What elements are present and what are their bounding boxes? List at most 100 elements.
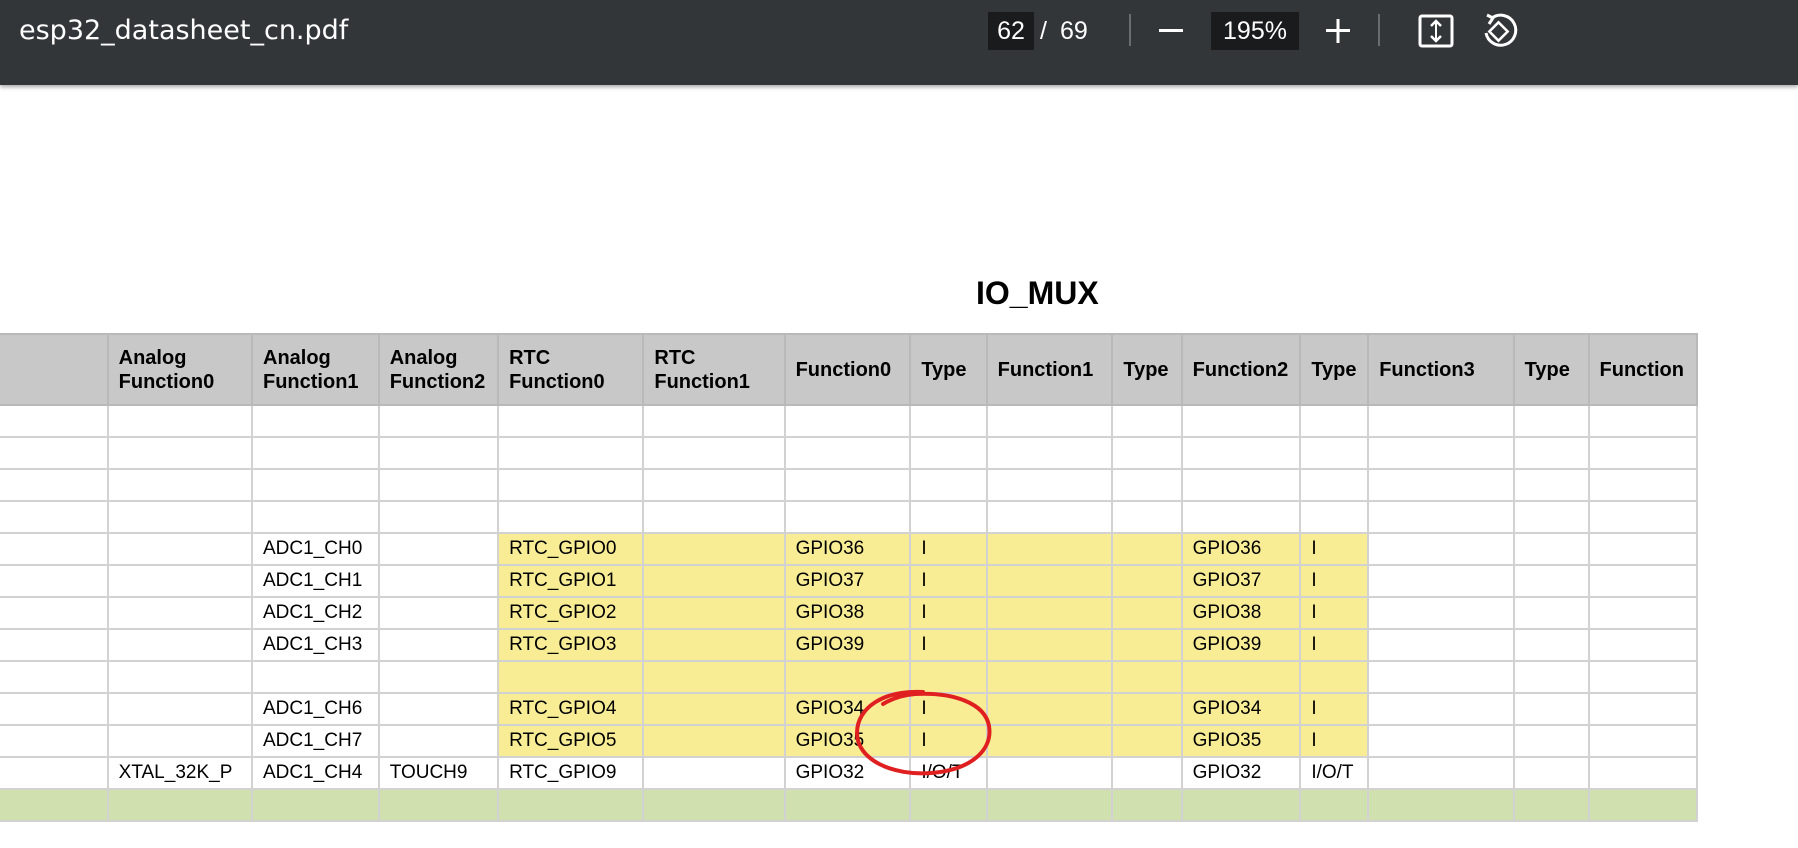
table-cell: RTC_GPIO3: [497, 628, 645, 662]
table-cell: [1587, 628, 1699, 662]
table-cell: [642, 468, 786, 502]
table-cell: [106, 500, 254, 534]
table-cell: ADC1_CH6: [251, 692, 380, 726]
column-header: Analog Function2: [377, 333, 500, 406]
table-cell: [1512, 596, 1590, 630]
table-cell: [0, 564, 109, 598]
column-header: Function3: [1367, 333, 1515, 406]
document-title: esp32_datasheet_cn.pdf: [19, 15, 349, 46]
column-header: n: [0, 333, 109, 406]
table-cell: [783, 788, 912, 822]
table-cell: [1587, 404, 1699, 438]
table-cell: ly in: [0, 500, 109, 534]
table-cell: [251, 660, 380, 694]
table-cell: [985, 692, 1114, 726]
table-cell: [985, 788, 1114, 822]
table-cell: GPIO35: [783, 724, 912, 758]
table-cell: [1512, 404, 1590, 438]
table-cell: [1180, 436, 1302, 470]
table-cell: [1367, 596, 1515, 630]
zoom-out-button[interactable]: [1149, 9, 1193, 53]
table-cell: I: [1299, 692, 1370, 726]
table-row: XTAL_32K_P ADC1_CH4 TOUCH9 RTC_GPIO9 GPIO32 I…: [0, 756, 1699, 790]
table-cell: [377, 596, 500, 630]
table-cell: [497, 500, 645, 534]
table-cell: [1111, 500, 1183, 534]
table-cell: I: [909, 532, 988, 566]
table-cell: I/O/T: [1299, 756, 1370, 790]
table-cell: [783, 660, 912, 694]
table-cell: [377, 660, 500, 694]
table-cell: RTC_GPIO0: [497, 532, 645, 566]
table-cell: [1299, 788, 1370, 822]
table-cell: GPIO32: [1180, 756, 1302, 790]
table-cell: I: [909, 724, 988, 758]
table-cell: [106, 596, 254, 630]
table-cell: [985, 564, 1114, 598]
table-cell: [1111, 436, 1183, 470]
table-cell: [0, 788, 109, 822]
zoom-level-input[interactable]: 195%: [1211, 12, 1299, 50]
table-cell: [1111, 404, 1183, 438]
table-row: ADC1_CH6 RTC_GPIO4 GPIO34 I GPIO34 I: [0, 692, 1699, 726]
table-cell: I: [1299, 564, 1370, 598]
table-cell: [497, 404, 645, 438]
table-row: ADC1_CH1 RTC_GPIO1 GPIO37 I GPIO37 I: [0, 564, 1699, 598]
table-cell: [909, 468, 988, 502]
table-cell: [1111, 756, 1183, 790]
table-cell: [1512, 724, 1590, 758]
page-number-input[interactable]: 62: [988, 12, 1034, 50]
pdf-page-viewport[interactable]: IO_MUX n Analog Function0 Analog Functio…: [0, 85, 1798, 848]
total-pages: 69: [1060, 17, 1088, 45]
table-cell: [377, 724, 500, 758]
table-cell: GPIO38: [783, 596, 912, 630]
table-cell: [1299, 468, 1370, 502]
table-cell: [1180, 660, 1302, 694]
table-cell: [909, 500, 988, 534]
table-cell: I: [1299, 628, 1370, 662]
column-header: Function1: [985, 333, 1114, 406]
table-cell: I/O/T: [909, 756, 988, 790]
table-cell: [1299, 660, 1370, 694]
table-cell: [106, 628, 254, 662]
table-cell: [909, 788, 988, 822]
table-cell: [1587, 788, 1699, 822]
table-cell: [642, 724, 786, 758]
table-cell: [1367, 404, 1515, 438]
table-cell: [642, 596, 786, 630]
column-header: Type: [1111, 333, 1183, 406]
table-cell: ADC1_CH2: [251, 596, 380, 630]
table-row: [0, 660, 1699, 694]
table-cell: [1587, 564, 1699, 598]
page-separator: /: [1040, 17, 1047, 45]
table-cell: [985, 468, 1114, 502]
fit-page-button[interactable]: [1414, 9, 1458, 53]
table-cell: I: [909, 692, 988, 726]
table-cell: [1512, 756, 1590, 790]
table-cell: [1111, 628, 1183, 662]
table-cell: [909, 436, 988, 470]
zoom-in-button[interactable]: [1316, 9, 1360, 53]
table-cell: GPIO38: [1180, 596, 1302, 630]
table-cell: [1367, 692, 1515, 726]
table-cell: [1367, 628, 1515, 662]
table-cell: [1299, 404, 1370, 438]
table-cell: GPIO36: [1180, 532, 1302, 566]
table-cell: I: [909, 596, 988, 630]
table-cell: [783, 500, 912, 534]
table-cell: [377, 468, 500, 502]
column-header: Function0: [783, 333, 912, 406]
table-cell: [0, 532, 109, 566]
table-cell: GPIO35: [1180, 724, 1302, 758]
table-row: ly in: [0, 468, 1699, 502]
table-row: ADC1_CH7 RTC_GPIO5 GPIO35 I GPIO35 I: [0, 724, 1699, 758]
table-cell: [985, 532, 1114, 566]
table-cell: [1180, 788, 1302, 822]
table-cell: [985, 500, 1114, 534]
table-cell: ADC1_CH4: [251, 756, 380, 790]
table-cell: [1587, 756, 1699, 790]
table-cell: [377, 692, 500, 726]
rotate-button[interactable]: [1478, 9, 1522, 53]
table-cell: [497, 660, 645, 694]
table-cell: [1367, 436, 1515, 470]
